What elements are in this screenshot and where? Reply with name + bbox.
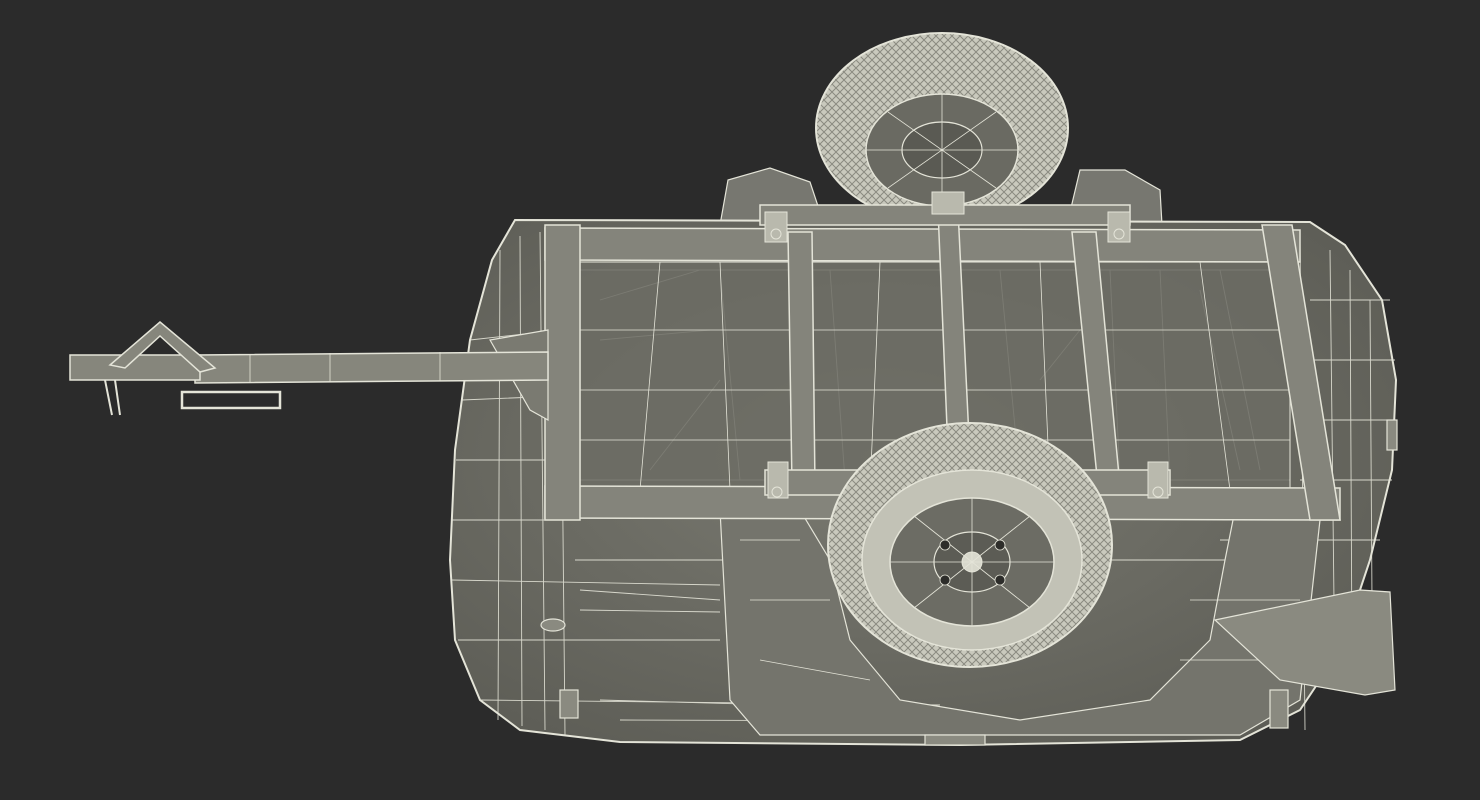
render-viewport [0,0,1480,800]
front-wheel [827,422,1113,668]
trailer-render [69,32,1398,747]
